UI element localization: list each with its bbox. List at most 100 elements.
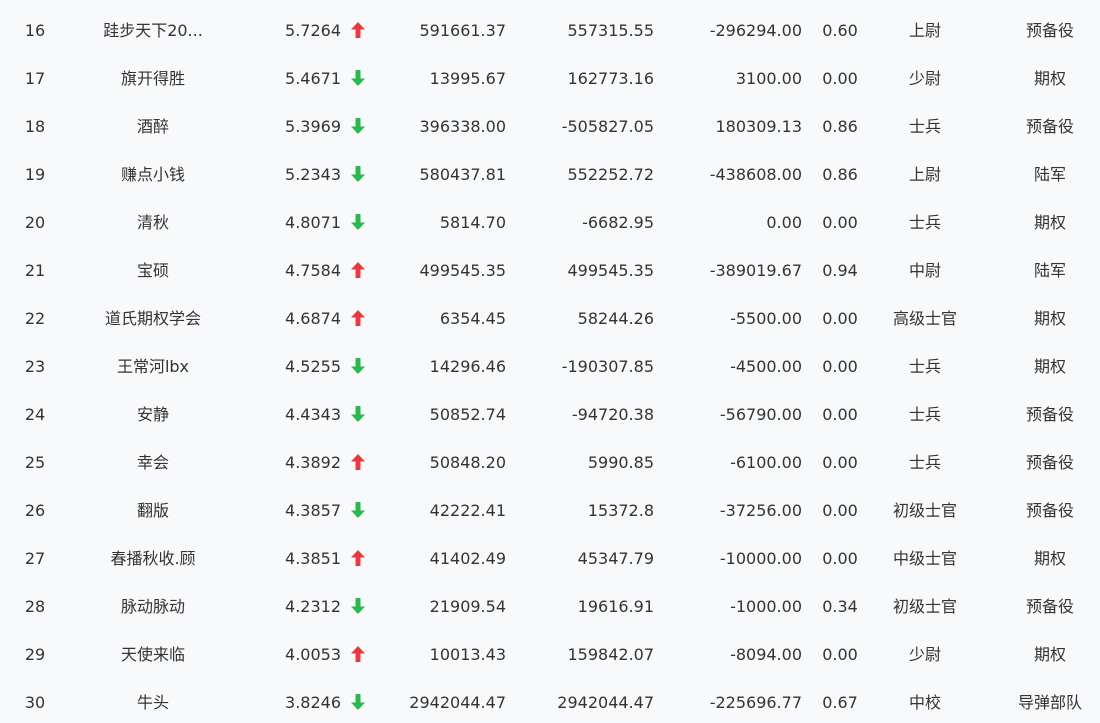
value1-cell: 6354.45 [439, 309, 506, 328]
value3-cell: -438608.00 [709, 165, 802, 184]
table-row[interactable]: 20 清秋 4.8071 5814.70 -6682.95 0.00 0.00 士兵 期权 [0, 199, 1100, 247]
value3-cell: -5500.00 [730, 309, 802, 328]
value2-cell: 162773.16 [567, 69, 654, 88]
rank-title-cell: 中尉 [908, 261, 941, 280]
rank-cell: 16 [24, 21, 46, 40]
ratio-cell: 0.00 [822, 309, 858, 328]
table-row[interactable]: 18 酒醉 5.3969 396338.00 -505827.05 180309.13 0.… [0, 103, 1100, 151]
ratio-cell: 0.00 [822, 549, 858, 568]
value2-cell: 5990.85 [587, 453, 654, 472]
rank-cell: 18 [24, 117, 46, 136]
ratio-cell: 0.00 [822, 453, 858, 472]
ratio-cell: 0.67 [822, 693, 858, 712]
type-cell: 预备役 [1025, 501, 1074, 520]
value2-cell: 557315.55 [567, 21, 654, 40]
score-cell: 4.3892 [285, 453, 341, 472]
table-row[interactable]: 22 道氏期权学会 4.6874 6354.45 58244.26 -5500.00 0.0… [0, 295, 1100, 343]
type-cell: 预备役 [1025, 453, 1074, 472]
rank-cell: 28 [24, 597, 46, 616]
name-cell: 跬步天下20... [103, 21, 203, 40]
rank-cell: 25 [24, 453, 46, 472]
table-row[interactable]: 17 旗开得胜 5.4671 13995.67 162773.16 3100.00 0.00… [0, 55, 1100, 103]
table-row[interactable]: 29 天使来临 4.0053 10013.43 159842.07 -8094.00 0.0… [0, 631, 1100, 679]
value1-cell: 591661.37 [419, 21, 506, 40]
table-row[interactable]: 28 脉动脉动 4.2312 21909.54 19616.91 -1000.00 0.34… [0, 583, 1100, 631]
rank-title-cell: 少尉 [908, 69, 941, 88]
name-cell: 酒醉 [136, 117, 169, 136]
value1-cell: 50848.20 [429, 453, 506, 472]
rank-title-cell: 上尉 [908, 21, 941, 40]
table-row[interactable]: 25 幸会 4.3892 50848.20 5990.85 -6100.00 0.00 士兵 预… [0, 439, 1100, 487]
value3-cell: -389019.67 [709, 261, 802, 280]
score-cell: 5.4671 [285, 69, 341, 88]
rank-title-cell: 中校 [908, 693, 941, 712]
table-row[interactable]: 24 安静 4.4343 50852.74 -94720.38 -56790.00 0.00… [0, 391, 1100, 439]
name-cell: 天使来临 [120, 645, 185, 664]
value2-cell: -94720.38 [571, 405, 654, 424]
ratio-cell: 0.00 [822, 357, 858, 376]
type-cell: 期权 [1033, 309, 1066, 328]
type-cell: 期权 [1033, 645, 1066, 664]
type-cell: 陆军 [1033, 165, 1066, 184]
ratio-cell: 0.94 [822, 261, 858, 280]
rank-title-cell: 士兵 [908, 117, 941, 136]
table-row[interactable]: 21 宝硕 4.7584 499545.35 499545.35 -389019.67 0.… [0, 247, 1100, 295]
value1-cell: 13995.67 [429, 69, 506, 88]
name-cell: 清秋 [136, 213, 169, 232]
type-cell: 预备役 [1025, 117, 1074, 136]
table-row[interactable]: 30 牛头 3.8246 2942044.47 2942044.47 -225696.77… [0, 679, 1100, 723]
value3-cell: -8094.00 [730, 645, 802, 664]
score-cell: 4.7584 [285, 261, 341, 280]
ratio-cell: 0.00 [822, 213, 858, 232]
table-row[interactable]: 23 王常河lbx 4.5255 14296.46 -190307.85 -4500.00… [0, 343, 1100, 391]
ratio-cell: 0.60 [822, 21, 858, 40]
value2-cell: -6682.95 [582, 213, 654, 232]
value1-cell: 42222.41 [429, 501, 506, 520]
name-cell: 旗开得胜 [120, 69, 185, 88]
name-cell: 牛头 [136, 693, 169, 712]
rank-title-cell: 中级士官 [892, 549, 957, 568]
rank-title-cell: 初级士官 [892, 597, 957, 616]
rank-cell: 29 [24, 645, 46, 664]
name-cell: 王常河lbx [116, 357, 190, 376]
value1-cell: 499545.35 [419, 261, 506, 280]
table-row[interactable]: 26 翻版 4.3857 42222.41 15372.8 -37256.00 0.00 初级… [0, 487, 1100, 535]
value2-cell: -190307.85 [561, 357, 654, 376]
value3-cell: -225696.77 [709, 693, 802, 712]
table-row[interactable]: 27 春播秋收.顾 4.3851 41402.49 45347.79 -10000.00 0… [0, 535, 1100, 583]
rank-title-cell: 士兵 [908, 405, 941, 424]
value2-cell: 499545.35 [567, 261, 654, 280]
name-cell: 脉动脉动 [120, 597, 185, 616]
value1-cell: 21909.54 [429, 597, 506, 616]
rank-cell: 19 [24, 165, 46, 184]
ratio-cell: 0.00 [822, 501, 858, 520]
score-cell: 4.6874 [285, 309, 341, 328]
type-cell: 陆军 [1033, 261, 1066, 280]
value2-cell: 19616.91 [577, 597, 654, 616]
name-cell: 宝硕 [136, 261, 169, 280]
value3-cell: 3100.00 [735, 69, 802, 88]
ratio-cell: 0.86 [822, 117, 858, 136]
rank-cell: 24 [24, 405, 46, 424]
name-cell: 翻版 [136, 501, 169, 520]
name-cell: 道氏期权学会 [104, 309, 201, 328]
type-cell: 期权 [1033, 69, 1066, 88]
table-row[interactable]: 16 跬步天下20... 5.7264 591661.37 557315.55 -2962… [0, 7, 1100, 55]
type-cell: 导弹部队 [1017, 693, 1082, 712]
value1-cell: 580437.81 [419, 165, 506, 184]
name-cell: 幸会 [136, 453, 169, 472]
rank-title-cell: 初级士官 [892, 501, 957, 520]
value3-cell: 0.00 [766, 213, 802, 232]
value3-cell: -56790.00 [719, 405, 802, 424]
table-row[interactable]: 19 赚点小钱 5.2343 580437.81 552252.72 -438608.00… [0, 151, 1100, 199]
value1-cell: 5814.70 [439, 213, 506, 232]
value2-cell: 15372.8 [587, 501, 654, 520]
value3-cell: -1000.00 [730, 597, 802, 616]
ratio-cell: 0.00 [822, 405, 858, 424]
type-cell: 预备役 [1025, 21, 1074, 40]
rank-cell: 27 [24, 549, 46, 568]
rank-title-cell: 士兵 [908, 357, 941, 376]
score-cell: 5.7264 [285, 21, 341, 40]
score-cell: 5.3969 [285, 117, 341, 136]
value1-cell: 396338.00 [419, 117, 506, 136]
